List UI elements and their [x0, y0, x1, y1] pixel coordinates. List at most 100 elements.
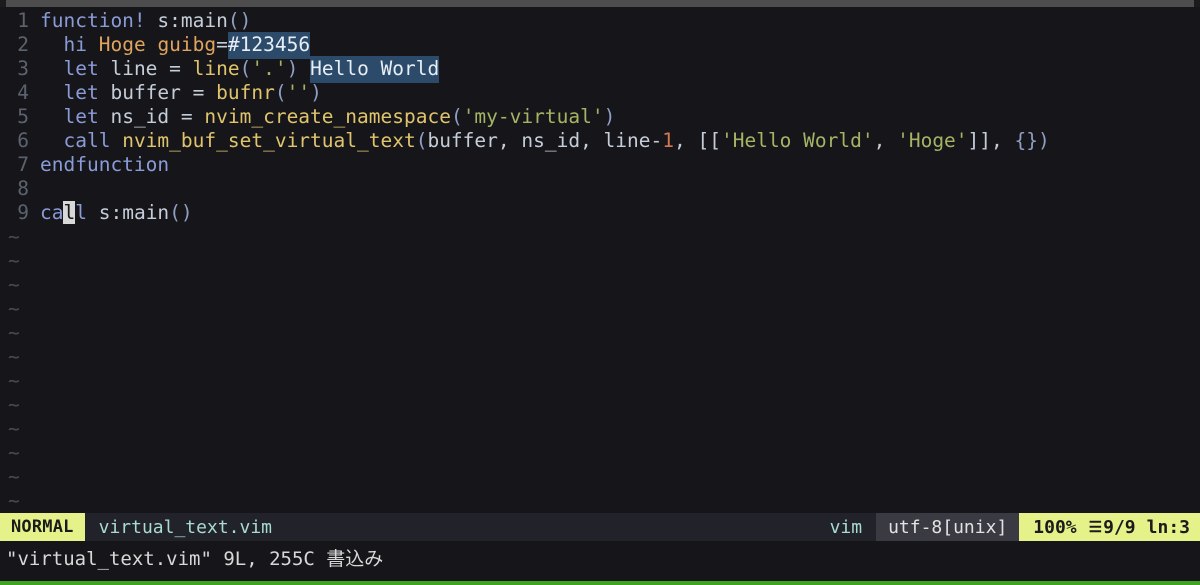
line-content: let ns_id = nvim_create_namespace('my-vi… — [40, 105, 615, 129]
token-keyword: hi — [63, 33, 87, 56]
titlebar-left-edge — [0, 0, 6, 7]
empty-line-marker: ~ — [8, 249, 20, 272]
empty-line-marker: ~ — [8, 369, 20, 392]
token-brace: {} — [1014, 129, 1038, 152]
line-content: let line = line('.') Hello World — [40, 56, 440, 83]
line-position: 9/9 — [1103, 516, 1136, 538]
virtual-text-color-value: #123456 — [227, 32, 311, 59]
column-separator: : — [1168, 516, 1180, 538]
line-number: 9 — [17, 201, 29, 224]
code-line[interactable]: 1 function! s:main() — [0, 9, 1200, 33]
token-keyword: let — [63, 81, 99, 104]
line-content: function! s:main() — [40, 9, 251, 33]
virtual-text-annotation: Hello World — [310, 56, 440, 83]
code-line[interactable]: 2 hi Hoge guibg=#123456 — [0, 32, 1200, 59]
token-string: 'my-virtual' — [462, 105, 604, 128]
token-paren: ) — [286, 57, 299, 80]
lines-icon: ☰ — [1088, 518, 1102, 536]
line-content: endfunction — [40, 153, 169, 177]
code-line[interactable]: 3 let line = line('.') Hello World — [0, 56, 1200, 83]
token-equals: = — [169, 57, 193, 80]
empty-line-markers: ~ ~ ~ ~ ~ ~ ~ ~ ~ ~ ~ ~ — [0, 225, 1200, 513]
block-cursor: l — [63, 201, 76, 224]
code-line[interactable]: 9 call s:main() — [0, 201, 1200, 225]
column-label: ln — [1146, 516, 1169, 538]
token-keyword: call — [63, 129, 111, 152]
empty-line-marker: ~ — [8, 345, 20, 368]
token-function: nvim_buf_set_virtual_text — [122, 129, 416, 152]
empty-line-marker: ~ — [8, 297, 20, 320]
neovim-window: 1 function! s:main() 2 hi Hoge guibg=#12… — [0, 0, 1200, 585]
token-identifier: buffer — [98, 81, 193, 104]
empty-line-marker: ~ — [8, 441, 20, 464]
token-arguments: buffer, ns_id, line- — [427, 129, 663, 152]
line-content: call s:main() — [40, 201, 193, 225]
line-content: let buffer = bufnr('') — [40, 81, 322, 105]
code-line[interactable]: 5 let ns_id = nvim_create_namespace('my-… — [0, 105, 1200, 129]
statusline-filetype: vim — [829, 516, 863, 538]
token-paren: ( — [239, 57, 252, 80]
line-number: 8 — [17, 177, 29, 200]
code-line[interactable]: 6 call nvim_buf_set_virtual_text(buffer,… — [0, 129, 1200, 153]
token-group-name: Hoge — [98, 33, 146, 56]
empty-line-marker: ~ — [8, 489, 20, 512]
statusline: NORMAL virtual_text.vim vim utf-8[unix] … — [0, 513, 1200, 541]
token-keyword: let — [63, 105, 99, 128]
statusline-encoding: utf-8[unix] — [876, 513, 1020, 541]
token-paren: ( — [450, 105, 463, 128]
window-titlebar — [0, 0, 1200, 7]
token-identifier: s:main — [98, 201, 170, 224]
token-keyword: endfunction — [40, 153, 170, 176]
line-number: 5 — [17, 105, 29, 128]
code-line[interactable]: 7 endfunction — [0, 153, 1200, 177]
token-function: line — [192, 57, 240, 80]
token-equals: = — [180, 105, 205, 128]
code-line[interactable]: 8 — [0, 177, 1200, 201]
token-paren: () — [169, 201, 193, 224]
token-function: nvim_create_namespace — [204, 105, 451, 128]
token-keyword-post: l — [75, 201, 87, 224]
token-paren: ) — [310, 81, 322, 104]
token-string: '' — [286, 81, 311, 104]
column-number: 3 — [1179, 516, 1190, 538]
token-paren: () — [227, 9, 252, 32]
token-comma: , — [873, 129, 898, 152]
token-keyword: function! — [40, 9, 146, 32]
token-paren: ) — [603, 105, 616, 128]
empty-line-marker: ~ — [8, 321, 20, 344]
token-keyword: let — [63, 57, 99, 80]
editor-buffer[interactable]: 1 function! s:main() 2 hi Hoge guibg=#12… — [0, 7, 1200, 513]
mode-indicator: NORMAL — [0, 513, 85, 541]
empty-line-marker: ~ — [8, 225, 20, 248]
token-paren: ( — [274, 81, 287, 104]
token-keyword-pre: ca — [40, 201, 64, 224]
empty-line-marker: ~ — [8, 465, 20, 488]
token-identifier: ns_id — [98, 105, 181, 128]
token-identifier: s:main — [157, 9, 228, 32]
line-number: 3 — [17, 57, 29, 80]
titlebar-right-edge — [1194, 0, 1200, 7]
statusline-filename: virtual_text.vim — [98, 516, 272, 538]
code-line[interactable]: 4 let buffer = bufnr('') — [0, 81, 1200, 105]
scroll-percent: 100% — [1033, 516, 1077, 538]
statusline-spacer — [272, 513, 830, 541]
token-equals: = — [192, 81, 217, 104]
message-line: "virtual_text.vim" 9L, 255C 書込み — [0, 541, 1200, 577]
line-number: 1 — [17, 9, 29, 32]
token-highlight-key: guibg — [157, 33, 217, 56]
line-number: 2 — [17, 33, 29, 56]
token-string: 'Hoge' — [897, 129, 968, 152]
token-string: 'Hello World' — [720, 129, 874, 152]
line-content: call nvim_buf_set_virtual_text(buffer, n… — [40, 129, 1049, 153]
token-number: 1 — [662, 129, 675, 152]
token-punct: , [[ — [674, 129, 721, 152]
